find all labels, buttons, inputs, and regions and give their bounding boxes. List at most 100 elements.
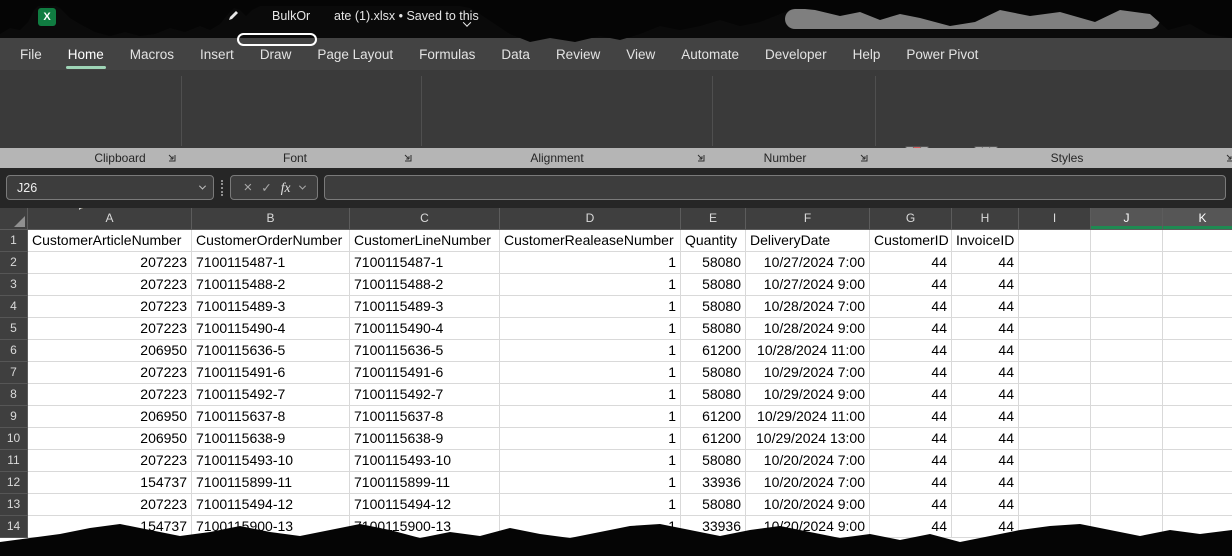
cell-B10[interactable]: 7100115638-9 [192, 428, 350, 450]
cell-H13[interactable]: 44 [952, 494, 1019, 516]
cell-C12[interactable]: 7100115899-11 [350, 472, 500, 494]
cell-D5[interactable]: 1 [500, 318, 681, 340]
column-header-F[interactable]: F [746, 208, 870, 230]
cancel-icon[interactable]: × [244, 179, 253, 196]
cell-E3[interactable]: 58080 [681, 274, 746, 296]
cell-D3[interactable]: 1 [500, 274, 681, 296]
cell-K1[interactable] [1163, 230, 1232, 252]
cell-J3[interactable] [1091, 274, 1163, 296]
cell-D13[interactable]: 1 [500, 494, 681, 516]
cell-G5[interactable]: 44 [870, 318, 952, 340]
cell-B4[interactable]: 7100115489-3 [192, 296, 350, 318]
row-header-10[interactable]: 10 [0, 428, 28, 450]
cell-G12[interactable]: 44 [870, 472, 952, 494]
cell-K5[interactable] [1163, 318, 1232, 340]
cell-F5[interactable]: 10/28/2024 9:00 [746, 318, 870, 340]
cell-D10[interactable]: 1 [500, 428, 681, 450]
cell-D1[interactable]: CustomerRealeaseNumber [500, 230, 681, 252]
confirm-icon[interactable]: ✓ [261, 180, 271, 195]
cell-H9[interactable]: 44 [952, 406, 1019, 428]
cell-G9[interactable]: 44 [870, 406, 952, 428]
cell-B11[interactable]: 7100115493-10 [192, 450, 350, 472]
cell-J7[interactable] [1091, 362, 1163, 384]
cell-D7[interactable]: 1 [500, 362, 681, 384]
column-header-C[interactable]: C [350, 208, 500, 230]
column-header-D[interactable]: D [500, 208, 681, 230]
cell-D8[interactable]: 1 [500, 384, 681, 406]
cell-H7[interactable]: 44 [952, 362, 1019, 384]
cell-J13[interactable] [1091, 494, 1163, 516]
cell-C4[interactable]: 7100115489-3 [350, 296, 500, 318]
cell-J1[interactable] [1091, 230, 1163, 252]
cell-K9[interactable] [1163, 406, 1232, 428]
row-header-13[interactable]: 13 [0, 494, 28, 516]
clipboard-dialog-launcher[interactable] [166, 152, 177, 163]
tab-formulas[interactable]: Formulas [419, 47, 475, 62]
cell-K7[interactable] [1163, 362, 1232, 384]
column-header-B[interactable]: B [192, 208, 350, 230]
cell-C10[interactable]: 7100115638-9 [350, 428, 500, 450]
cell-H3[interactable]: 44 [952, 274, 1019, 296]
cell-A13[interactable]: 207223 [28, 494, 192, 516]
cell-F4[interactable]: 10/28/2024 7:00 [746, 296, 870, 318]
tab-macros[interactable]: Macros [130, 47, 174, 62]
cell-E9[interactable]: 61200 [681, 406, 746, 428]
cell-K10[interactable] [1163, 428, 1232, 450]
cell-H2[interactable]: 44 [952, 252, 1019, 274]
cell-B7[interactable]: 7100115491-6 [192, 362, 350, 384]
cell-J2[interactable] [1091, 252, 1163, 274]
cell-G8[interactable]: 44 [870, 384, 952, 406]
cell-F12[interactable]: 10/20/2024 7:00 [746, 472, 870, 494]
cell-C11[interactable]: 7100115493-10 [350, 450, 500, 472]
cell-I4[interactable] [1019, 296, 1091, 318]
cell-G13[interactable]: 44 [870, 494, 952, 516]
tab-view[interactable]: View [626, 47, 655, 62]
number-dialog-launcher[interactable] [858, 152, 869, 163]
cell-K2[interactable] [1163, 252, 1232, 274]
cell-D4[interactable]: 1 [500, 296, 681, 318]
cell-G1[interactable]: CustomerID [870, 230, 952, 252]
column-header-E[interactable]: E [681, 208, 746, 230]
cell-B8[interactable]: 7100115492-7 [192, 384, 350, 406]
row-header-4[interactable]: 4 [0, 296, 28, 318]
cell-J12[interactable] [1091, 472, 1163, 494]
cell-E10[interactable]: 61200 [681, 428, 746, 450]
column-header-I[interactable]: I [1019, 208, 1091, 230]
tab-help[interactable]: Help [853, 47, 881, 62]
cell-I13[interactable] [1019, 494, 1091, 516]
cell-I2[interactable] [1019, 252, 1091, 274]
styles-dialog-launcher[interactable] [1224, 152, 1232, 163]
column-header-K[interactable]: K [1163, 208, 1232, 230]
name-box[interactable]: J26 [6, 175, 214, 200]
cell-A10[interactable]: 206950 [28, 428, 192, 450]
cell-F13[interactable]: 10/20/2024 9:00 [746, 494, 870, 516]
cell-B3[interactable]: 7100115488-2 [192, 274, 350, 296]
cell-I3[interactable] [1019, 274, 1091, 296]
tab-file[interactable]: File [20, 47, 42, 62]
cell-I11[interactable] [1019, 450, 1091, 472]
cell-I6[interactable] [1019, 340, 1091, 362]
select-all-corner[interactable] [0, 208, 28, 230]
cell-J4[interactable] [1091, 296, 1163, 318]
cell-J9[interactable] [1091, 406, 1163, 428]
tab-power-pivot[interactable]: Power Pivot [906, 47, 978, 62]
cell-J6[interactable] [1091, 340, 1163, 362]
cell-C8[interactable]: 7100115492-7 [350, 384, 500, 406]
cell-H5[interactable]: 44 [952, 318, 1019, 340]
cell-H11[interactable]: 44 [952, 450, 1019, 472]
tab-insert[interactable]: Insert [200, 47, 234, 62]
cell-E8[interactable]: 58080 [681, 384, 746, 406]
cell-E4[interactable]: 58080 [681, 296, 746, 318]
cell-A6[interactable]: 206950 [28, 340, 192, 362]
font-dialog-launcher[interactable] [402, 152, 413, 163]
cell-E2[interactable]: 58080 [681, 252, 746, 274]
cell-I9[interactable] [1019, 406, 1091, 428]
cell-D2[interactable]: 1 [500, 252, 681, 274]
cell-I12[interactable] [1019, 472, 1091, 494]
cell-F7[interactable]: 10/29/2024 7:00 [746, 362, 870, 384]
cell-K4[interactable] [1163, 296, 1232, 318]
cell-A3[interactable]: 207223 [28, 274, 192, 296]
cell-B5[interactable]: 7100115490-4 [192, 318, 350, 340]
cell-E11[interactable]: 58080 [681, 450, 746, 472]
row-header-7[interactable]: 7 [0, 362, 28, 384]
